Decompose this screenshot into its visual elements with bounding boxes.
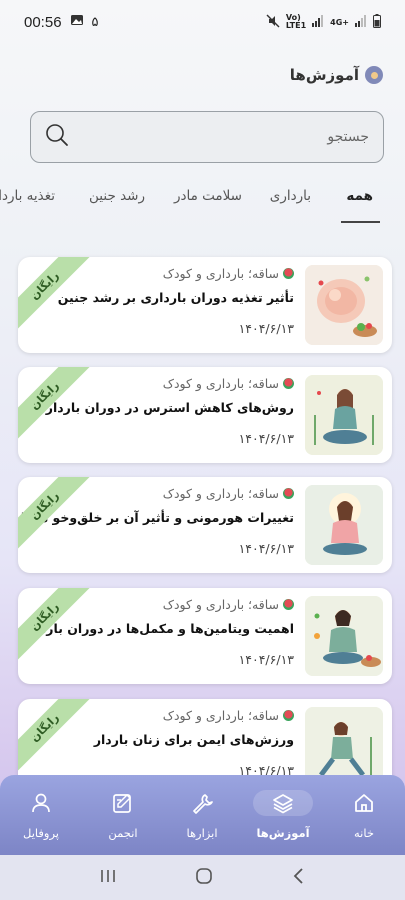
article-source: ساقه؛ بارداری و کودک [163, 597, 294, 612]
article-thumbnail [305, 485, 383, 565]
tab-all[interactable]: همه [346, 188, 373, 204]
article-title: ورزش‌های ایمن برای زنان باردار [93, 732, 294, 747]
search-input[interactable] [69, 129, 369, 145]
active-tab-indicator [341, 221, 380, 223]
nav-education-label: آموزش‌ها [256, 826, 310, 840]
article-title: تغییرات هورمونی و تأثیر آن بر خلق‌وخو در… [18, 510, 294, 525]
tab-mother-health[interactable]: سلامت مادر [174, 188, 242, 204]
layers-icon[interactable] [253, 790, 313, 816]
article-title: روش‌های کاهش استرس در دوران بارداری [34, 400, 294, 415]
article-thumbnail [305, 375, 383, 455]
status-bar: 00:56 ۵ Vo) LTE1 4G+ [0, 0, 405, 44]
article-date: ۱۴۰۴/۶/۱۳ [238, 652, 294, 667]
article-date: ۱۴۰۴/۶/۱۳ [238, 431, 294, 446]
home-button-icon[interactable] [195, 867, 213, 889]
watermelon-icon [283, 488, 294, 499]
signal-icon [312, 15, 324, 29]
article-date: ۱۴۰۴/۶/۱۳ [238, 541, 294, 556]
search-bar[interactable] [30, 111, 384, 163]
user-icon[interactable] [11, 790, 71, 816]
watermelon-icon [283, 710, 294, 721]
article-source: ساقه؛ بارداری و کودک [163, 486, 294, 501]
wrench-icon[interactable] [172, 790, 232, 816]
edit-icon[interactable] [93, 790, 153, 816]
page-header: آموزش‌ها [290, 66, 383, 84]
nav-tools-label: ابزارها [186, 826, 218, 840]
recent-apps-icon[interactable] [99, 868, 117, 888]
search-icon[interactable] [45, 123, 69, 151]
nav-home[interactable]: خانه [329, 775, 399, 855]
network-type: 4G+ [330, 17, 349, 27]
nav-forum[interactable]: انجمن [88, 775, 158, 855]
nav-home-label: خانه [354, 826, 374, 840]
network-label: Vo) LTE1 [285, 13, 307, 30]
article-thumbnail [305, 265, 383, 345]
watermelon-icon [283, 599, 294, 610]
signal-2-icon [355, 15, 367, 29]
article-card[interactable]: ساقه؛ بارداری و کودک تغییرات هورمونی و ت… [18, 477, 392, 573]
home-icon[interactable] [334, 790, 394, 816]
article-source: ساقه؛ بارداری و کودک [163, 266, 294, 281]
article-thumbnail [305, 596, 383, 676]
nav-profile-label: پروفایل [22, 826, 59, 840]
nav-profile[interactable]: پروفایل [6, 775, 76, 855]
article-source: ساقه؛ بارداری و کودک [163, 708, 294, 723]
system-navigation-bar [0, 855, 405, 900]
mute-icon [266, 14, 280, 30]
nav-education[interactable]: آموزش‌ها [248, 775, 318, 855]
bottom-navigation: خانه آموزش‌ها ابزارها انجمن پروفایل [0, 775, 405, 855]
tab-fetal-growth[interactable]: رشد جنین [89, 188, 145, 204]
status-time: 00:56 [24, 13, 62, 31]
battery-icon [373, 14, 381, 30]
category-tabs: همه بارداری سلامت مادر رشد جنین تغذیه با… [0, 188, 405, 224]
nav-forum-label: انجمن [108, 826, 138, 840]
notification-count: ۵ [91, 14, 99, 30]
article-card[interactable]: ساقه؛ بارداری و کودک روش‌های کاهش استرس … [18, 367, 392, 463]
article-title: تأثیر تغذیه دوران بارداری بر رشد جنین [57, 290, 294, 305]
article-card[interactable]: ساقه؛ بارداری و کودک اهمیت ویتامین‌ها و … [18, 588, 392, 684]
page-title: آموزش‌ها [289, 66, 359, 84]
watermelon-icon [283, 378, 294, 389]
back-icon[interactable] [292, 867, 306, 889]
nav-tools[interactable]: ابزارها [167, 775, 237, 855]
article-source: ساقه؛ بارداری و کودک [163, 376, 294, 391]
article-title: اهمیت ویتامین‌ها و مکمل‌ها در دوران بارد… [18, 621, 294, 636]
article-card[interactable]: ساقه؛ بارداری و کودک تأثیر تغذیه دوران ب… [18, 257, 392, 353]
tab-pregnancy-nutrition[interactable]: تغذیه باردا [0, 188, 55, 204]
tab-pregnancy[interactable]: بارداری [270, 188, 311, 204]
gallery-notification-icon [70, 14, 84, 30]
article-date: ۱۴۰۴/۶/۱۳ [238, 321, 294, 336]
app-logo-icon [365, 66, 383, 84]
watermelon-icon [283, 268, 294, 279]
